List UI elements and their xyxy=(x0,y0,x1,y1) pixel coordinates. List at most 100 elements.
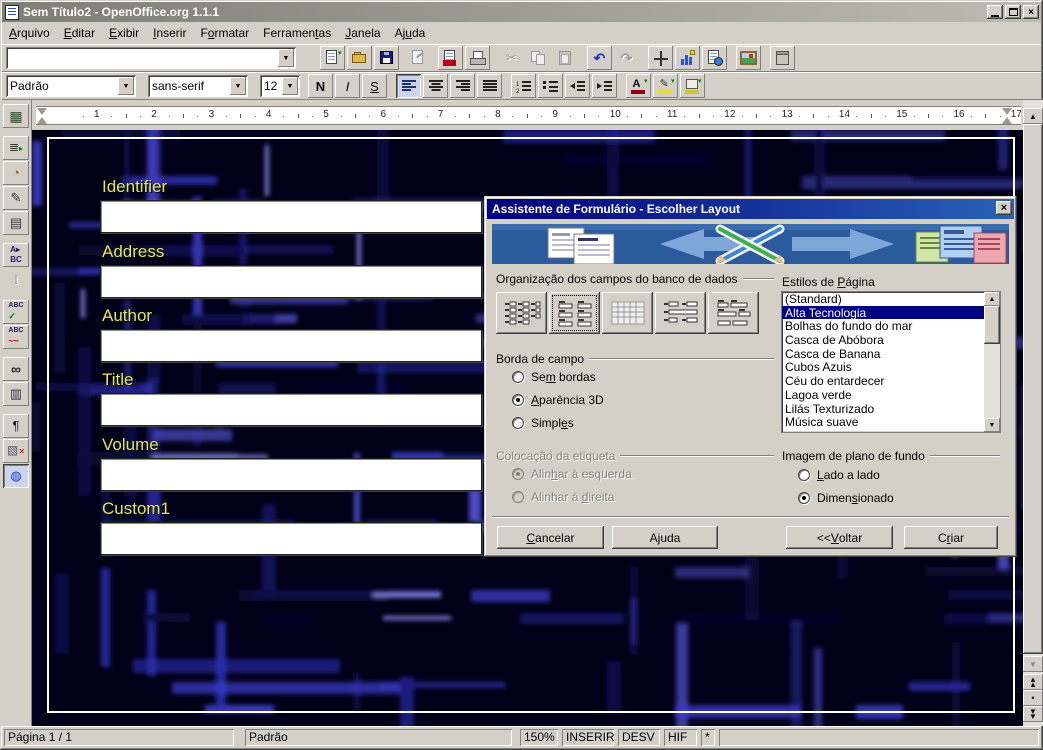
paragraph-background-button[interactable]: ▾ xyxy=(680,74,705,98)
auto-spellcheck-button[interactable]: ABC~~ xyxy=(3,325,29,349)
hyperlink-button[interactable] xyxy=(702,46,727,70)
spellcheck-button[interactable]: ABC✓ xyxy=(3,300,29,324)
edit-file-button[interactable] xyxy=(406,46,431,70)
minimize-button[interactable] xyxy=(987,5,1003,19)
font-name-combobox[interactable]: sans-serif ▼ xyxy=(148,75,248,97)
list-item[interactable]: Lilás Texturizado xyxy=(782,402,984,416)
increase-indent-button[interactable] xyxy=(592,74,617,98)
back-button[interactable]: << Voltar xyxy=(786,526,893,549)
status-hyphenation[interactable]: HIF xyxy=(664,729,697,746)
layout-columnar-labels-left-button[interactable] xyxy=(496,292,547,334)
justify-button[interactable] xyxy=(477,74,502,98)
next-page-button[interactable]: ▼▼ xyxy=(1023,706,1043,722)
dialog-close-button[interactable]: × xyxy=(996,201,1012,215)
save-button[interactable] xyxy=(374,46,399,70)
cancel-button[interactable]: Cancelar xyxy=(497,526,604,549)
insert-table-button[interactable]: ▦ xyxy=(3,104,29,128)
list-item[interactable]: (Standard) xyxy=(782,292,984,306)
status-insert-mode[interactable]: INSERIR xyxy=(562,729,614,746)
print-button[interactable] xyxy=(465,46,490,70)
new-document-button[interactable]: ▾ xyxy=(320,46,345,70)
autotext-button[interactable]: A▸BC xyxy=(3,243,29,267)
bold-button[interactable]: N xyxy=(308,74,333,98)
scroll-down-button[interactable]: ▼ xyxy=(1023,656,1043,672)
list-scroll-down-button[interactable]: ▼ xyxy=(984,418,1000,432)
menu-janela[interactable]: Janela xyxy=(338,23,387,43)
paste-button[interactable] xyxy=(553,46,578,70)
data-sources-toggle-button[interactable]: ▥ xyxy=(3,382,29,406)
address-input[interactable] xyxy=(100,265,482,298)
navigation-button[interactable]: • xyxy=(1023,690,1043,706)
layout-columnar-labels-on-top-button[interactable] xyxy=(549,292,600,334)
open-button[interactable] xyxy=(347,46,372,70)
copy-button[interactable] xyxy=(526,46,551,70)
list-item[interactable]: Casca de Abóbora xyxy=(782,333,984,347)
list-scroll-up-button[interactable]: ▲ xyxy=(984,292,1000,306)
align-right-button[interactable] xyxy=(450,74,475,98)
radio-no-borders[interactable]: Sem bordas xyxy=(512,370,596,384)
paragraph-style-combobox[interactable]: Padrão ▼ xyxy=(6,75,136,97)
close-button[interactable]: × xyxy=(1023,5,1039,19)
find-replace-button[interactable]: ∞ xyxy=(3,357,29,381)
identifier-input[interactable] xyxy=(100,200,482,233)
nonprinting-characters-button[interactable]: ¶ xyxy=(3,414,29,438)
vertical-scrollbar[interactable]: ▲ ▼ ▲▲ • ▼▼ xyxy=(1023,100,1043,726)
undo-button[interactable]: ↶ xyxy=(587,46,612,70)
status-selection-mode[interactable]: DESV xyxy=(618,729,660,746)
online-layout-button[interactable]: ◍ xyxy=(3,464,29,488)
font-size-combobox[interactable]: 12 ▼ xyxy=(260,75,300,97)
draw-functions-button[interactable]: ✎ xyxy=(3,186,29,210)
url-dropdown-icon[interactable]: ▼ xyxy=(278,49,294,67)
page-styles-listbox[interactable]: (Standard) Alta Tecnologia Bolhas do fun… xyxy=(782,292,1000,432)
menu-arquivo[interactable]: Arquivo xyxy=(2,23,57,43)
form-functions-button[interactable]: ▤ xyxy=(3,211,29,235)
menu-ferramentas[interactable]: Ferramentas xyxy=(256,23,338,43)
align-center-button[interactable] xyxy=(423,74,448,98)
list-item[interactable]: Bolhas do fundo do mar xyxy=(782,319,984,333)
dialog-title-bar[interactable]: Assistente de Formulário - Escolher Layo… xyxy=(487,199,1014,219)
create-button[interactable]: Criar xyxy=(904,526,998,549)
numbered-list-button[interactable]: 12 xyxy=(511,74,536,98)
graphics-on-off-button[interactable]: ▧✕ xyxy=(3,439,29,463)
radio-tiled[interactable]: Lado a lado xyxy=(798,468,880,482)
list-item-selected[interactable]: Alta Tecnologia xyxy=(782,306,984,320)
italic-button[interactable]: I xyxy=(335,74,360,98)
navigator-button[interactable] xyxy=(648,46,673,70)
insert-fields-button[interactable]: ≣▸ xyxy=(3,136,29,160)
url-combobox[interactable]: ▼ xyxy=(6,47,296,69)
title-input[interactable] xyxy=(100,393,482,426)
bullet-list-button[interactable] xyxy=(538,74,563,98)
font-color-button[interactable]: A ▾ xyxy=(626,74,651,98)
volume-input[interactable] xyxy=(100,458,482,491)
status-zoom[interactable]: 150% xyxy=(520,729,558,746)
list-item[interactable]: Música suave xyxy=(782,415,984,429)
style-dropdown-icon[interactable]: ▼ xyxy=(118,77,134,95)
menu-ajuda[interactable]: Ajuda xyxy=(388,23,433,43)
status-page-style[interactable]: Padrão xyxy=(245,729,512,746)
export-pdf-button[interactable] xyxy=(438,46,463,70)
radio-scaled[interactable]: Dimensionado xyxy=(798,491,894,505)
decrease-indent-button[interactable] xyxy=(565,74,590,98)
list-item[interactable]: Lagoa verde xyxy=(782,388,984,402)
font-dropdown-icon[interactable]: ▼ xyxy=(230,77,246,95)
align-left-button[interactable] xyxy=(396,74,421,98)
menu-editar[interactable]: Editar xyxy=(57,23,102,43)
layout-as-data-sheet-button[interactable] xyxy=(602,292,653,334)
radio-flat[interactable]: Simples xyxy=(512,416,574,430)
underline-button[interactable]: S xyxy=(362,74,387,98)
menu-formatar[interactable]: Formatar xyxy=(193,23,256,43)
list-item[interactable]: Céu do entardecer xyxy=(782,374,984,388)
menu-exibir[interactable]: Exibir xyxy=(102,23,146,43)
stylist-button[interactable] xyxy=(675,46,700,70)
layout-blocks-labels-above-button[interactable] xyxy=(708,292,759,334)
ruler[interactable]: 1234567891011121314151617 xyxy=(36,106,1021,125)
radio-3d-look[interactable]: Aparência 3D xyxy=(512,393,604,407)
menu-inserir[interactable]: Inserir xyxy=(146,23,193,43)
scroll-thumb[interactable] xyxy=(1023,124,1043,654)
list-item[interactable]: Casca de Banana xyxy=(782,347,984,361)
highlighting-button[interactable]: ✎ ▾ xyxy=(653,74,678,98)
author-input[interactable] xyxy=(100,329,482,362)
help-button[interactable]: Ajuda xyxy=(612,526,718,549)
previous-page-button[interactable]: ▲▲ xyxy=(1023,674,1043,690)
data-sources-button[interactable] xyxy=(770,46,795,70)
